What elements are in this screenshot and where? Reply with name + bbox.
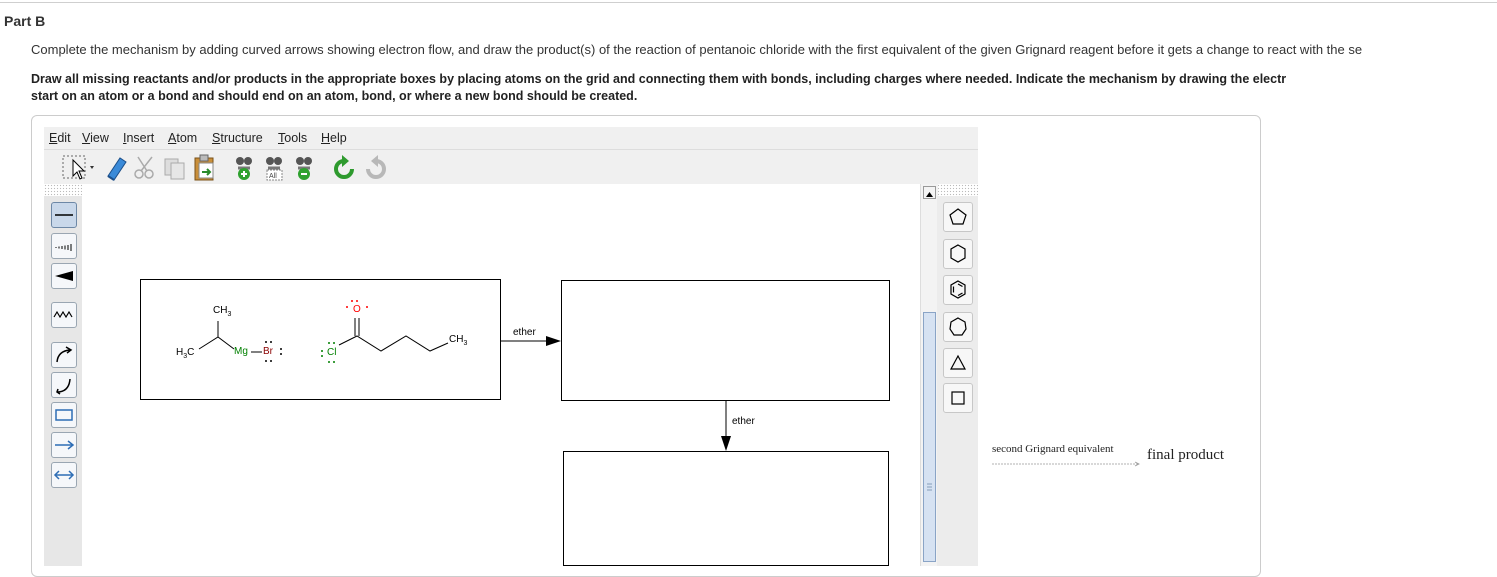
scroll-up-button[interactable] (923, 186, 936, 199)
benzene-icon[interactable] (943, 275, 973, 305)
atom-ch3-top: CH3 (213, 305, 231, 318)
atom-ch3-chain: CH3 (449, 334, 467, 347)
cyclopropane-icon[interactable] (943, 348, 973, 378)
atom-ch3-top-text: CH (213, 305, 228, 316)
reaction-arrow-2 (721, 401, 731, 451)
arrow1-label: ether (513, 327, 536, 338)
scroll-thumb[interactable] (923, 312, 936, 562)
cyclohexane-icon[interactable] (943, 239, 973, 269)
cycloheptane-icon[interactable] (943, 312, 973, 342)
cyclopentane-icon[interactable] (943, 202, 973, 232)
atom-h3c-c: C (187, 347, 195, 358)
legend-arrow-label: second Grignard equivalent (992, 443, 1114, 455)
atom-cl: Cl (327, 347, 337, 358)
atom-ch3-chain-text: CH (449, 334, 464, 345)
acyl-chloride-bonds (338, 318, 449, 352)
cyclobutane-icon[interactable] (943, 383, 973, 413)
atom-h3c: H3C (176, 347, 194, 360)
atom-br: Br (263, 346, 273, 357)
legend-final-product: final product (1147, 447, 1225, 463)
atom-ch3-chain-sub: 3 (463, 340, 468, 347)
side-legend: second Grignard equivalent final product (992, 443, 1248, 473)
arrow2-label: ether (732, 416, 755, 427)
reaction-svg (198, 300, 1140, 467)
grignard-bonds (198, 321, 262, 353)
atom-ch3-top-sub: 3 (227, 311, 232, 318)
atom-mg: Mg (234, 346, 248, 357)
right-tool-palette (937, 196, 978, 566)
atom-o: O (353, 304, 361, 315)
vertical-scrollbar[interactable] (920, 184, 938, 566)
